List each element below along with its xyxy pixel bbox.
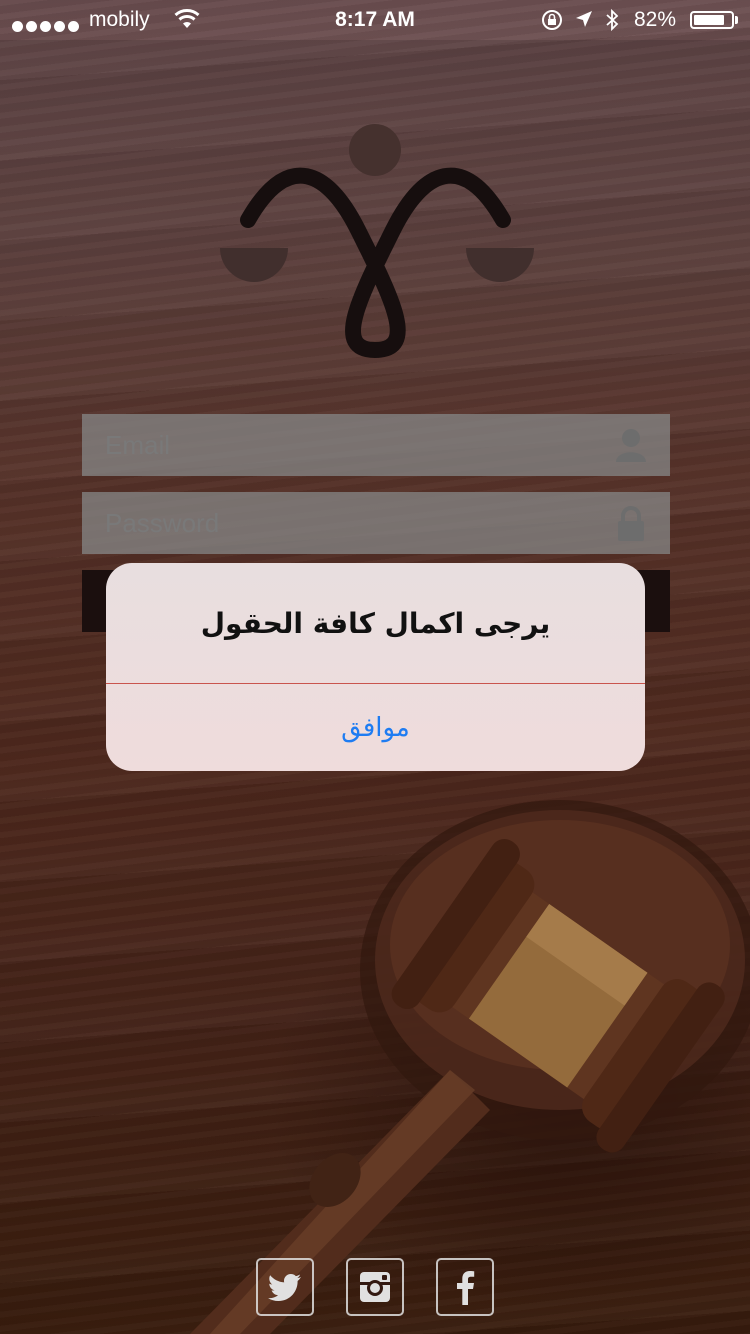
battery-percentage: 82% (634, 8, 677, 31)
orientation-lock-icon (542, 10, 562, 30)
alert-message: يرجى اكمال كافة الحقول (200, 606, 551, 640)
battery-cap (735, 16, 738, 24)
battery-fill (694, 15, 724, 25)
alert-dialog: يرجى اكمال كافة الحقول موافق (106, 563, 645, 771)
bluetooth-icon (606, 8, 619, 32)
battery-icon (690, 11, 734, 29)
location-arrow-icon (576, 11, 592, 27)
status-bar: mobily 8:17 AM 82% (0, 0, 750, 40)
login-screen: Email Password يرجى اكمال كافة الحقول مو… (0, 0, 750, 1334)
alert-ok-button[interactable]: موافق (106, 684, 645, 771)
